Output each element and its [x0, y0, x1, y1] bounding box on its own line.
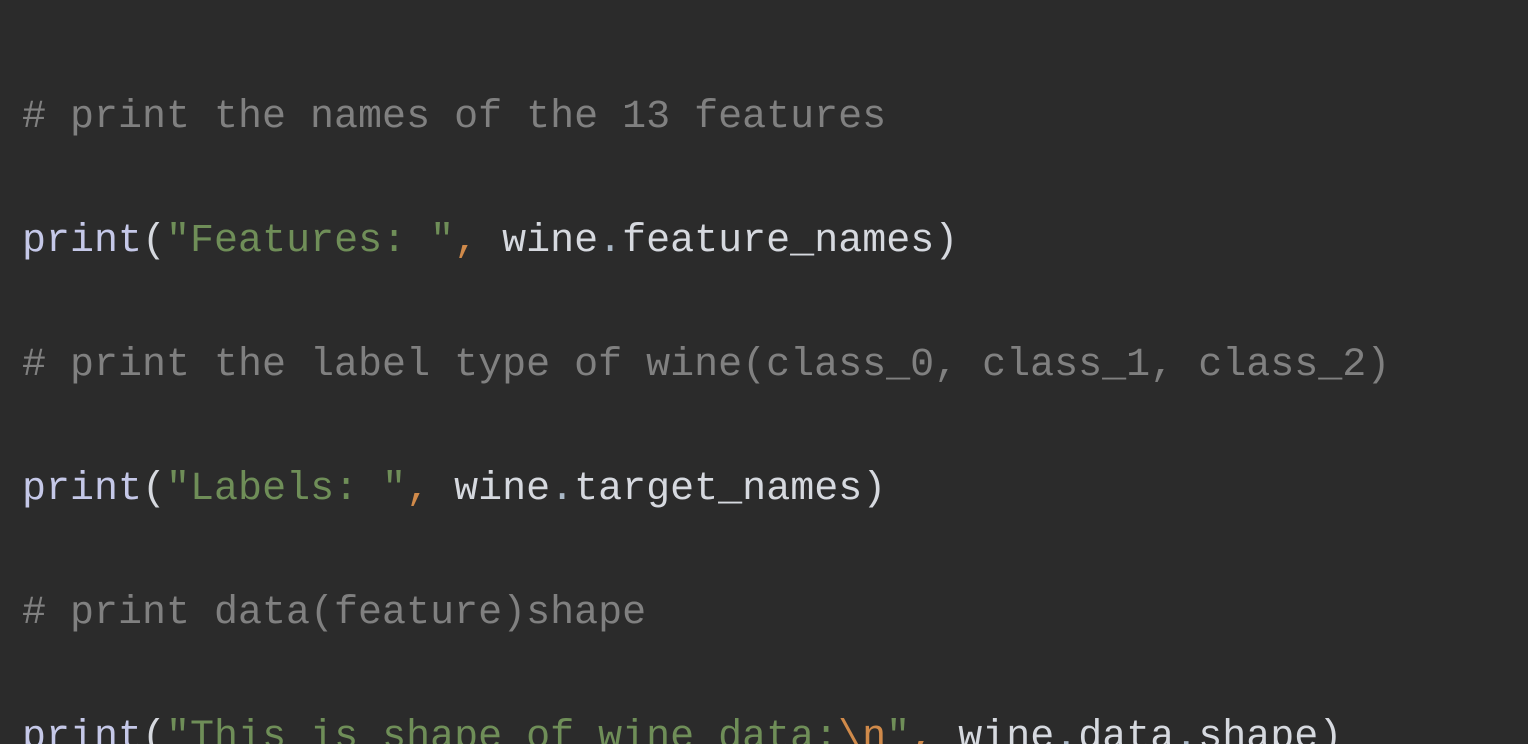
string-token: " — [886, 715, 910, 744]
whitespace — [934, 715, 958, 744]
function-call-token: print — [22, 715, 142, 744]
dot-token: . — [1054, 715, 1078, 744]
function-call-token: print — [22, 467, 142, 512]
whitespace — [430, 467, 454, 512]
identifier-token: wine — [958, 715, 1054, 744]
dot-token: . — [550, 467, 574, 512]
paren-token: ) — [934, 219, 958, 264]
code-line[interactable]: # print the names of the 13 features — [10, 87, 1518, 149]
code-line[interactable]: # print data(feature)shape — [10, 583, 1518, 645]
whitespace — [478, 219, 502, 264]
comma-token: , — [454, 219, 478, 264]
paren-token: ) — [1318, 715, 1342, 744]
dot-token: . — [1174, 715, 1198, 744]
identifier-token: wine — [502, 219, 598, 264]
comment-token: # print the label type of wine(class_0, … — [22, 343, 1390, 388]
dot-token: . — [598, 219, 622, 264]
string-token: "Labels: " — [166, 467, 406, 512]
comment-token: # print the names of the 13 features — [22, 95, 886, 140]
paren-token: ( — [142, 715, 166, 744]
identifier-token: target_names — [574, 467, 862, 512]
string-token: "Features: " — [166, 219, 454, 264]
paren-token: ( — [142, 219, 166, 264]
identifier-token: feature_names — [622, 219, 934, 264]
code-line[interactable]: print("Labels: ", wine.target_names) — [10, 459, 1518, 521]
escape-token: \n — [838, 715, 886, 744]
identifier-token: data — [1078, 715, 1174, 744]
identifier-token: wine — [454, 467, 550, 512]
code-line[interactable]: # print the label type of wine(class_0, … — [10, 335, 1518, 397]
code-line[interactable]: print("Features: ", wine.feature_names) — [10, 211, 1518, 273]
comma-token: , — [910, 715, 934, 744]
paren-token: ) — [862, 467, 886, 512]
code-editor[interactable]: # print the names of the 13 features pri… — [0, 0, 1528, 744]
string-token: "This is shape of wine_data: — [166, 715, 838, 744]
code-line[interactable]: print("This is shape of wine_data:\n", w… — [10, 707, 1518, 744]
comma-token: , — [406, 467, 430, 512]
function-call-token: print — [22, 219, 142, 264]
identifier-token: shape — [1198, 715, 1318, 744]
comment-token: # print data(feature)shape — [22, 591, 646, 636]
paren-token: ( — [142, 467, 166, 512]
